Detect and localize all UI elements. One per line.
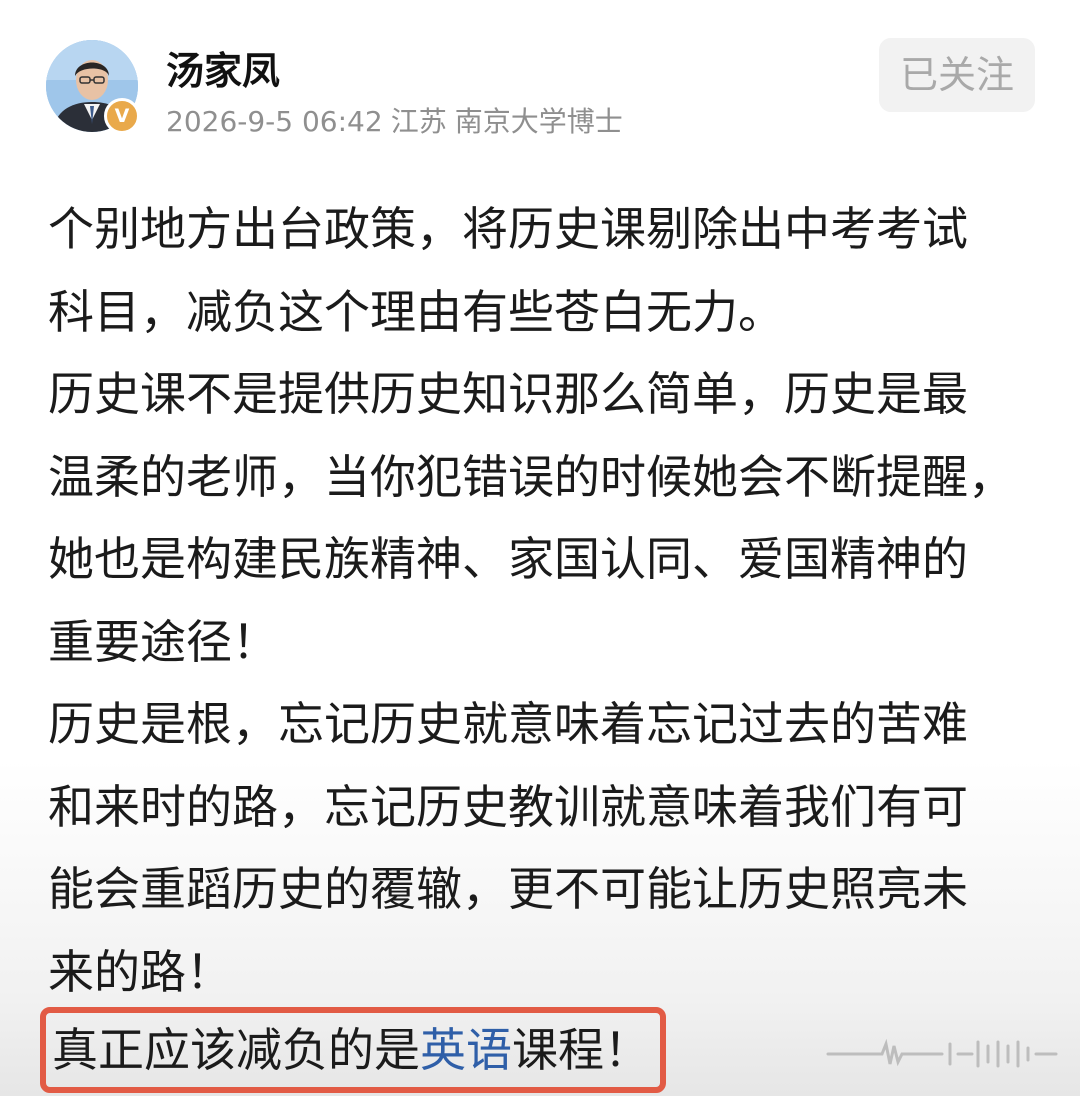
post-header: V 汤家凤 2026-9-5 06:42 江苏 南京大学博士 已关注 <box>0 0 1080 160</box>
post-text-line: 重要途径！ <box>48 614 278 669</box>
post-text-line: 和来时的路，忘记历史教训就意味着我们有可 <box>48 779 968 834</box>
post-text-line: 能会重蹈历史的覆辙，更不可能让历史照亮未 <box>48 862 968 916</box>
author-name[interactable]: 汤家凤 <box>166 40 280 95</box>
scribble-decoration-icon <box>826 1038 1058 1068</box>
post-text-line: 个别地方出台政策，将历史课剔除出中考考试 <box>48 202 968 256</box>
post-text-line: 历史是根，忘记历史就意味着忘记过去的苦难 <box>48 697 968 751</box>
follow-button[interactable]: 已关注 <box>879 38 1035 112</box>
post-text-line: 她也是构建民族精神、家国认同、爱国精神的 <box>48 532 968 586</box>
post-text-line: 来的路！ <box>48 944 232 999</box>
post-text-line: 温柔的老师，当你犯错误的时候她会不断提醒， <box>48 449 1014 504</box>
post-text-line: 科目，减负这个理由有些苍白无力。 <box>48 284 784 339</box>
highlight-text-after: 课程！ <box>512 1023 650 1077</box>
weibo-post: V 汤家凤 2026-9-5 06:42 江苏 南京大学博士 已关注 个别地方出台政… <box>0 0 1080 1096</box>
post-timestamp: 2026-9-5 06:42 <box>166 105 383 138</box>
author-title: 南京大学博士 <box>454 105 623 138</box>
highlighted-line: 真正应该减负的是英语课程！ <box>52 1013 650 1087</box>
post-meta: 2026-9-5 06:42 江苏 南京大学博士 <box>166 100 631 140</box>
post-body: 个别地方出台政策，将历史课剔除出中考考试 科目，减负这个理由有些苍白无力。 历史… <box>48 188 1038 1013</box>
highlight-text-before: 真正应该减负的是 <box>52 1023 420 1077</box>
post-location: 江苏 <box>390 105 447 138</box>
post-text-line: 历史课不是提供历史知识那么简单，历史是最 <box>48 367 968 421</box>
topic-link[interactable]: 英语 <box>420 1023 512 1077</box>
verified-badge-icon: V <box>104 98 140 134</box>
